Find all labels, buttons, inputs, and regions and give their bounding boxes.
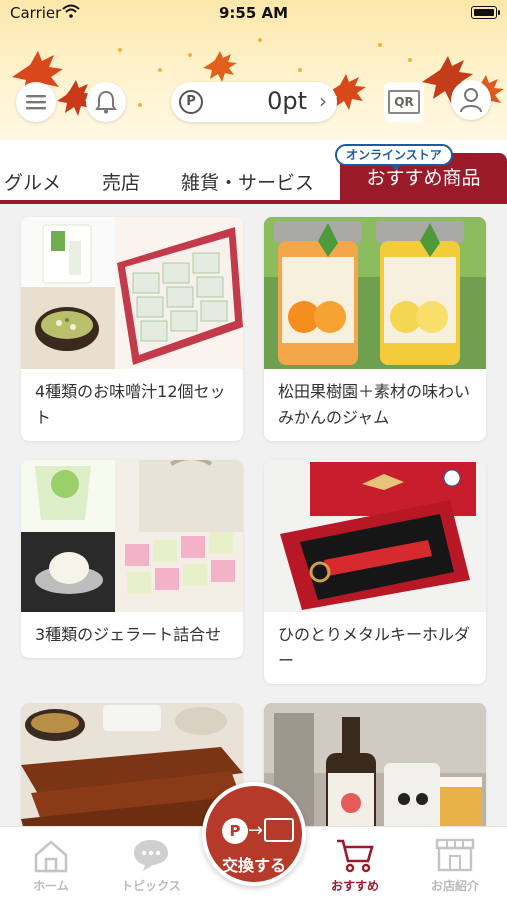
menu-button[interactable]	[16, 82, 56, 122]
notification-button[interactable]	[86, 82, 126, 122]
miso-soup-photo	[21, 217, 243, 369]
chat-bubble-icon	[134, 840, 168, 871]
product-title: 松田果樹園＋素材の味わい みかんのジャム	[278, 382, 471, 427]
shopping-cart-icon	[337, 839, 374, 873]
product-title: ひのとりメタルキーホルダー	[278, 625, 471, 670]
product-image-keyholder	[264, 460, 486, 612]
product-title: 3種類のジェラート詰合せ	[35, 625, 222, 644]
account-button[interactable]	[451, 80, 491, 120]
gelato-photo	[21, 460, 243, 612]
nav-home-label: ホーム	[33, 879, 69, 893]
tab-gourmet[interactable]: グルメ	[4, 168, 61, 195]
tab-goods-services[interactable]: 雑貨・サービス	[181, 168, 314, 195]
battery-icon	[471, 6, 500, 19]
points-balance-button[interactable]: P 0pt ›	[171, 82, 337, 122]
status-bar: Carrier 9:55 AM	[0, 0, 507, 26]
home-icon	[34, 840, 68, 873]
nav-shops[interactable]: お店紹介	[410, 827, 500, 900]
nav-topics-label: トピックス	[121, 879, 181, 893]
product-card-gelato[interactable]: 3種類のジェラート詰合せ	[21, 460, 243, 658]
nav-home[interactable]: ホーム	[6, 827, 96, 900]
product-card-miso-soup[interactable]: 4種類のお味噌汁12個セット	[21, 217, 243, 441]
nav-topics[interactable]: トピックス	[106, 827, 196, 900]
product-image-mikan-jam	[264, 217, 486, 369]
product-card-keyholder[interactable]: ひのとりメタルキーホルダー	[264, 460, 486, 684]
ticket-icon	[264, 818, 294, 842]
user-icon	[460, 88, 482, 113]
nav-recommended-label: おすすめ	[330, 879, 379, 893]
clock: 9:55 AM	[218, 4, 289, 22]
storefront-icon	[435, 838, 475, 872]
keyholder-photo	[264, 460, 486, 612]
arrow-right-icon: →	[248, 820, 264, 841]
exchange-label: 交換する	[221, 856, 286, 875]
tab-shop[interactable]: 売店	[102, 168, 140, 195]
product-image-gelato	[21, 460, 243, 612]
product-image-miso-soup	[21, 217, 243, 369]
points-value: 0pt	[267, 87, 307, 115]
qr-code-icon: QR	[388, 90, 420, 114]
product-title: 4種類のお味噌汁12個セット	[35, 382, 226, 427]
nav-shops-label: お店紹介	[430, 879, 479, 893]
online-store-badge: オンラインストア	[335, 144, 453, 171]
point-icon: P	[222, 818, 248, 844]
qr-code-button[interactable]: QR	[384, 82, 424, 122]
chevron-right-icon: ›	[319, 89, 327, 113]
tab-underline	[0, 200, 507, 204]
exchange-points-button[interactable]: P → 交換する	[202, 782, 306, 886]
nav-recommended[interactable]: おすすめ	[310, 827, 400, 900]
point-icon: P	[179, 90, 203, 114]
hamburger-icon	[26, 95, 46, 110]
product-card-mikan-jam[interactable]: 松田果樹園＋素材の味わい みかんのジャム	[264, 217, 486, 441]
jam-photo	[264, 217, 486, 369]
bell-icon	[95, 90, 117, 114]
